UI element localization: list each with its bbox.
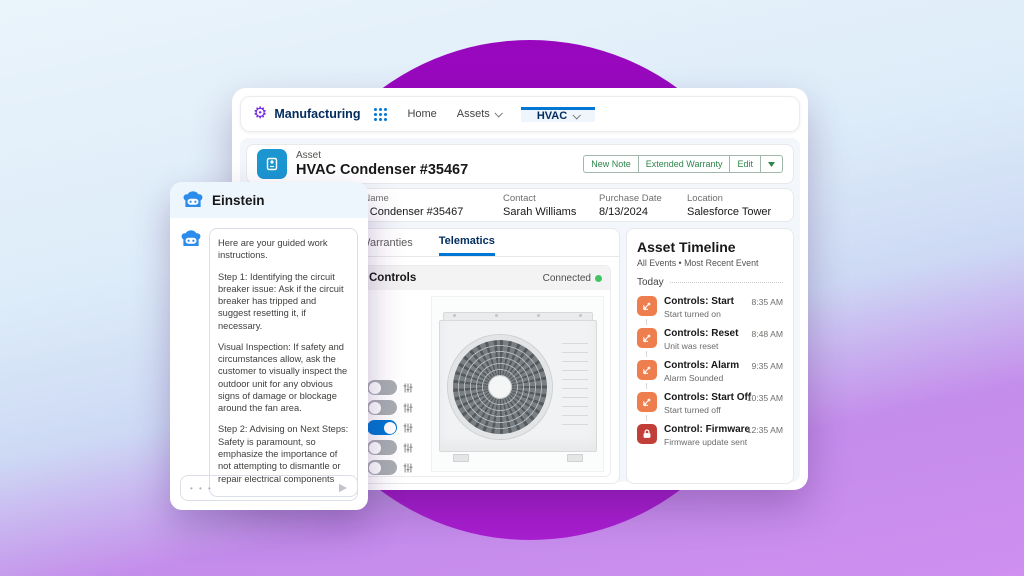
chevron-down-icon bbox=[494, 109, 502, 117]
sliders-icon[interactable] bbox=[403, 423, 413, 433]
einstein-panel: Einstein Here are your guided work instr… bbox=[170, 182, 368, 510]
sliders-icon[interactable] bbox=[403, 463, 413, 473]
asset-timeline-panel: Asset Timeline All Events • Most Recent … bbox=[626, 228, 794, 484]
setup-gear-icon[interactable]: ⚙ bbox=[253, 106, 267, 122]
controls-card: Controls Connected bbox=[360, 265, 611, 477]
connected-status-dot bbox=[595, 275, 602, 282]
timeline-event[interactable]: Controls: AlarmAlarm Sounded 9:35 AM bbox=[637, 360, 783, 383]
einstein-conversation: Here are your guided work instructions. … bbox=[170, 218, 368, 497]
asset-object-icon bbox=[257, 149, 287, 179]
telemetry-icon bbox=[637, 360, 657, 380]
hvac-condenser-illustration bbox=[439, 312, 597, 462]
record-tabs: Warranties Telematics bbox=[352, 229, 619, 257]
timeline-event[interactable]: Controls: Start OffStart turned off 10:3… bbox=[637, 392, 783, 415]
telemetry-icon bbox=[637, 296, 657, 316]
einstein-title: Einstein bbox=[212, 193, 265, 208]
connection-status: Connected bbox=[543, 273, 602, 284]
nav-item-assets[interactable]: Assets bbox=[457, 108, 501, 120]
extended-warranty-button[interactable]: Extended Warranty bbox=[638, 155, 730, 173]
einstein-mascot-icon bbox=[182, 189, 204, 211]
controls-title: Controls bbox=[369, 272, 416, 284]
field-contact: Contact Sarah Williams bbox=[503, 193, 599, 218]
toggle-row bbox=[367, 400, 425, 415]
toggle-row bbox=[367, 380, 425, 395]
control-toggle-4[interactable] bbox=[367, 440, 397, 455]
global-navigation-bar: ⚙ Manufacturing Home Assets HVAC bbox=[240, 96, 800, 132]
sliders-icon[interactable] bbox=[403, 443, 413, 453]
telemetry-icon bbox=[637, 392, 657, 412]
controls-header: Controls Connected bbox=[361, 266, 610, 290]
asset-record-header: Asset HVAC Condenser #35467 New Note Ext… bbox=[246, 144, 794, 184]
tab-telematics[interactable]: Telematics bbox=[439, 229, 495, 256]
telemetry-icon bbox=[637, 328, 657, 348]
app-launcher-icon[interactable] bbox=[374, 108, 387, 121]
control-toggle-1[interactable] bbox=[367, 380, 397, 395]
sliders-icon[interactable] bbox=[403, 403, 413, 413]
nav-item-home[interactable]: Home bbox=[407, 108, 436, 120]
app-name: Manufacturing bbox=[274, 107, 360, 121]
condenser-fan bbox=[448, 335, 552, 439]
toggle-row bbox=[367, 440, 425, 455]
hvac-condenser-photo bbox=[431, 296, 604, 472]
lock-icon bbox=[637, 424, 657, 444]
new-note-button[interactable]: New Note bbox=[583, 155, 638, 173]
timeline-event[interactable]: Controls: StartStart turned on 8:35 AM bbox=[637, 296, 783, 319]
edit-button[interactable]: Edit bbox=[729, 155, 760, 173]
einstein-message-input[interactable]: • • • bbox=[180, 475, 358, 501]
timeline-event[interactable]: Control: FirmwareFirmware update sent 12… bbox=[637, 424, 783, 447]
sliders-icon[interactable] bbox=[403, 383, 413, 393]
timeline-event-list: Controls: StartStart turned on 8:35 AM C… bbox=[637, 296, 783, 447]
timeline-title: Asset Timeline bbox=[637, 239, 783, 255]
record-actions: New Note Extended Warranty Edit bbox=[583, 155, 783, 173]
more-actions-dropdown-button[interactable] bbox=[760, 155, 783, 173]
timeline-filter-summary: All Events • Most Recent Event bbox=[637, 258, 783, 268]
page-title: HVAC Condenser #35467 bbox=[296, 162, 468, 178]
einstein-avatar-icon bbox=[180, 228, 202, 250]
toggle-row bbox=[367, 420, 425, 435]
timeline-event[interactable]: Controls: ResetUnit was reset 8:48 AM bbox=[637, 328, 783, 351]
send-icon[interactable] bbox=[338, 483, 348, 493]
field-purchase-date: Purchase Date 8/13/2024 bbox=[599, 193, 687, 218]
control-toggle-2[interactable] bbox=[367, 400, 397, 415]
controls-toggle-list bbox=[367, 296, 425, 472]
nav-tab-hvac-active[interactable]: HVAC bbox=[521, 107, 595, 122]
entity-label: Asset bbox=[296, 150, 468, 161]
input-placeholder: • • • bbox=[190, 484, 213, 493]
toggle-row bbox=[367, 460, 425, 475]
condenser-louvers bbox=[562, 343, 588, 429]
control-toggle-5[interactable] bbox=[367, 460, 397, 475]
control-toggle-3[interactable] bbox=[367, 420, 397, 435]
chevron-down-icon bbox=[573, 111, 581, 119]
field-location: Location Salesforce Tower bbox=[687, 193, 793, 218]
telematics-panel: Warranties Telematics Controls Connected bbox=[351, 228, 620, 484]
caret-down-icon bbox=[768, 162, 775, 167]
einstein-message-bubble: Here are your guided work instructions. … bbox=[209, 228, 358, 497]
einstein-header: Einstein bbox=[170, 182, 368, 218]
nav-left: ⚙ Manufacturing Home Assets HVAC bbox=[241, 97, 595, 131]
timeline-group-today[interactable]: Today bbox=[637, 277, 783, 288]
